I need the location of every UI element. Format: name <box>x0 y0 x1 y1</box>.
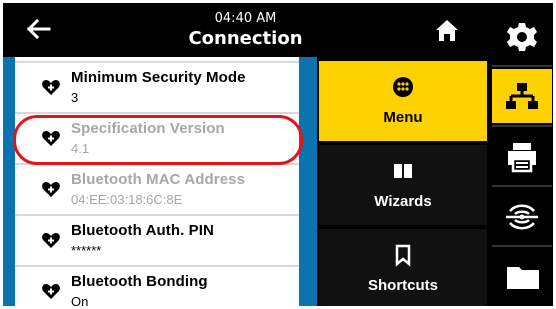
gear-icon <box>507 23 537 51</box>
sidebar-divider <box>492 125 552 127</box>
settings-list-panel: Minimum Security Mode 3 Specification Ve… <box>3 57 317 306</box>
list-scrollbar[interactable] <box>299 57 317 306</box>
list-item-label: Specification Version <box>71 120 225 137</box>
list-item-value: On <box>71 294 89 306</box>
list-item-specification-version[interactable]: Specification Version 4.1 <box>15 114 299 165</box>
wizards-button-label: Wizards <box>374 193 432 210</box>
list-item-minimum-security-mode[interactable]: Minimum Security Mode 3 <box>15 63 299 114</box>
list-item-bluetooth-bonding[interactable]: Bluetooth Bonding On <box>15 267 299 306</box>
list-item-value: 3 <box>71 90 79 105</box>
list-item-value: 4.1 <box>71 141 90 156</box>
sensor-tab[interactable] <box>492 189 552 243</box>
menu-button-label: Menu <box>383 109 423 126</box>
menu-button[interactable]: Menu <box>319 61 487 141</box>
list-item-bluetooth-mac-address[interactable]: Bluetooth MAC Address 04:EE:03:18:6C:8E <box>15 165 299 216</box>
bookmark-icon <box>395 244 411 267</box>
connection-tab[interactable] <box>492 69 552 123</box>
favorite-heart-plus-icon[interactable] <box>41 179 61 199</box>
sidebar-divider <box>492 245 552 247</box>
settings-tab[interactable] <box>492 9 552 63</box>
list-item-label: Bluetooth Bonding <box>71 273 208 290</box>
printer-display: 04:40 AM Connection Minimum Security Mod… <box>3 3 553 306</box>
book-icon <box>394 164 412 178</box>
home-icon <box>436 20 458 41</box>
menu-column: Menu Wizards Shortcuts <box>317 57 488 306</box>
settings-list[interactable]: Minimum Security Mode 3 Specification Ve… <box>15 57 299 306</box>
sidebar-divider <box>492 65 552 67</box>
menu-dots-icon <box>393 77 413 97</box>
page-title: Connection <box>188 28 303 49</box>
home-button[interactable] <box>433 17 461 43</box>
favorite-heart-plus-icon[interactable] <box>41 77 61 97</box>
list-item-value: 04:EE:03:18:6C:8E <box>71 192 183 207</box>
sidebar-divider <box>492 185 552 187</box>
folder-icon <box>507 267 539 289</box>
favorite-heart-plus-icon[interactable] <box>41 281 61 301</box>
wireless-icon <box>506 204 538 230</box>
list-item-label: Bluetooth MAC Address <box>71 171 246 188</box>
list-item-label: Bluetooth Auth. PIN <box>71 222 214 239</box>
list-item-bluetooth-auth-pin[interactable]: Bluetooth Auth. PIN ****** <box>15 216 299 267</box>
list-left-bar <box>3 57 15 306</box>
print-tab[interactable] <box>492 129 552 183</box>
network-icon <box>506 83 538 109</box>
header-bar: 04:40 AM Connection <box>3 3 488 57</box>
wizards-button[interactable]: Wizards <box>319 145 487 225</box>
right-sidebar <box>488 3 553 306</box>
list-item-value: ****** <box>71 243 102 258</box>
files-tab[interactable] <box>492 249 552 303</box>
favorite-heart-plus-icon[interactable] <box>41 230 61 250</box>
list-item-label: Minimum Security Mode <box>71 69 246 86</box>
favorite-heart-plus-icon[interactable] <box>41 128 61 148</box>
shortcuts-button-label: Shortcuts <box>367 277 438 294</box>
shortcuts-button[interactable]: Shortcuts <box>319 229 487 306</box>
printer-icon <box>508 143 536 173</box>
clock-text: 04:40 AM <box>214 11 277 26</box>
